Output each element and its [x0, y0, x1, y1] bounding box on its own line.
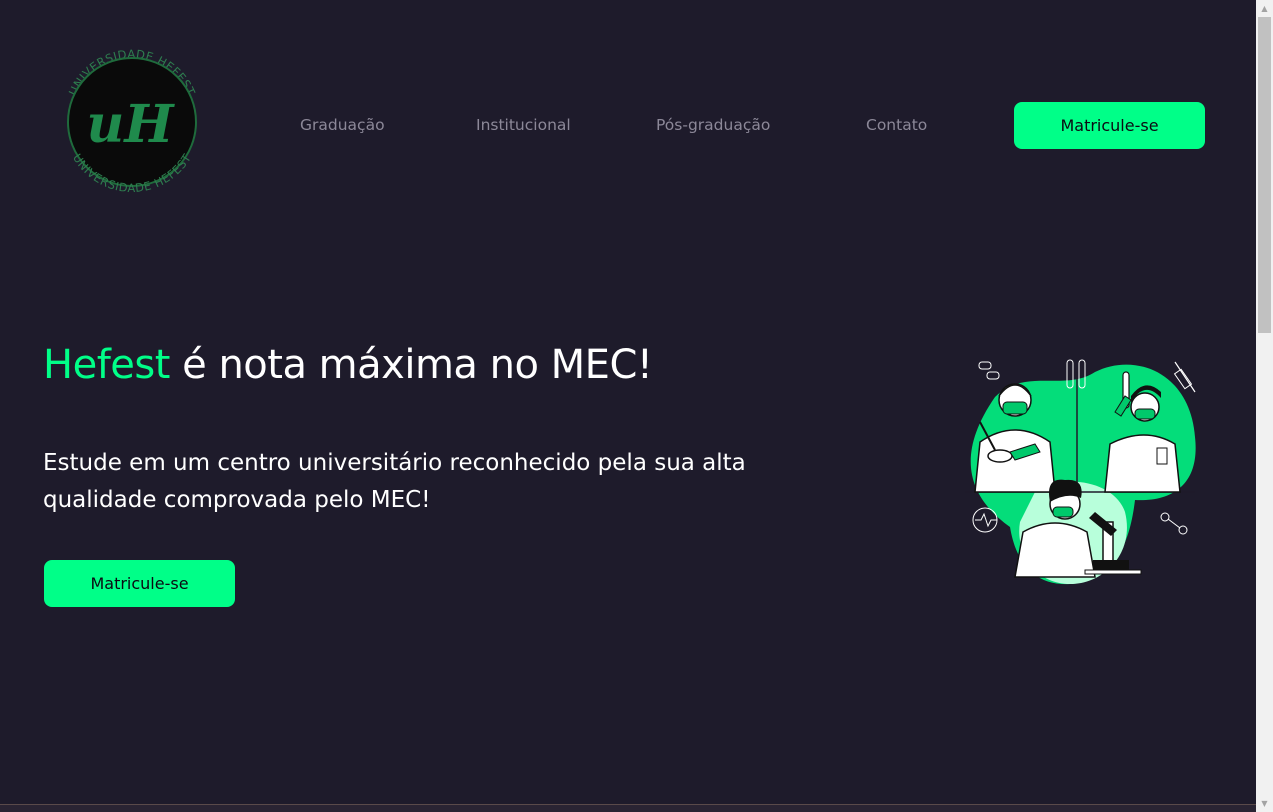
scroll-up-arrow-icon[interactable]: ▲	[1256, 0, 1273, 17]
page-bottom-edge	[0, 804, 1256, 812]
hero-enroll-button[interactable]: Matricule-se	[44, 560, 235, 607]
hero-title: Hefest é nota máxima no MEC!	[43, 342, 653, 388]
scientists-lab-illustration	[965, 359, 1196, 585]
nav-link-institucional[interactable]: Institucional	[476, 116, 571, 134]
vertical-scrollbar[interactable]: ▲ ▼	[1256, 0, 1273, 812]
scrollbar-thumb[interactable]	[1258, 17, 1271, 333]
scroll-down-arrow-icon[interactable]: ▼	[1256, 795, 1273, 812]
nav-enroll-button[interactable]: Matricule-se	[1014, 102, 1205, 149]
main-nav: Graduação Institucional Pós-graduação Co…	[0, 102, 1256, 150]
hero-title-rest: é nota máxima no MEC!	[169, 342, 653, 388]
hero-title-accent: Hefest	[43, 342, 170, 388]
nav-link-graduacao[interactable]: Graduação	[300, 116, 385, 134]
nav-link-pos-graduacao[interactable]: Pós-graduação	[656, 116, 770, 134]
page: UNIVERSIDADE HEFEST uH UNIVERSIDADE HEFE…	[0, 0, 1256, 812]
hero-subtitle: Estude em um centro universitário reconh…	[43, 450, 746, 513]
nav-link-contato[interactable]: Contato	[866, 116, 927, 134]
